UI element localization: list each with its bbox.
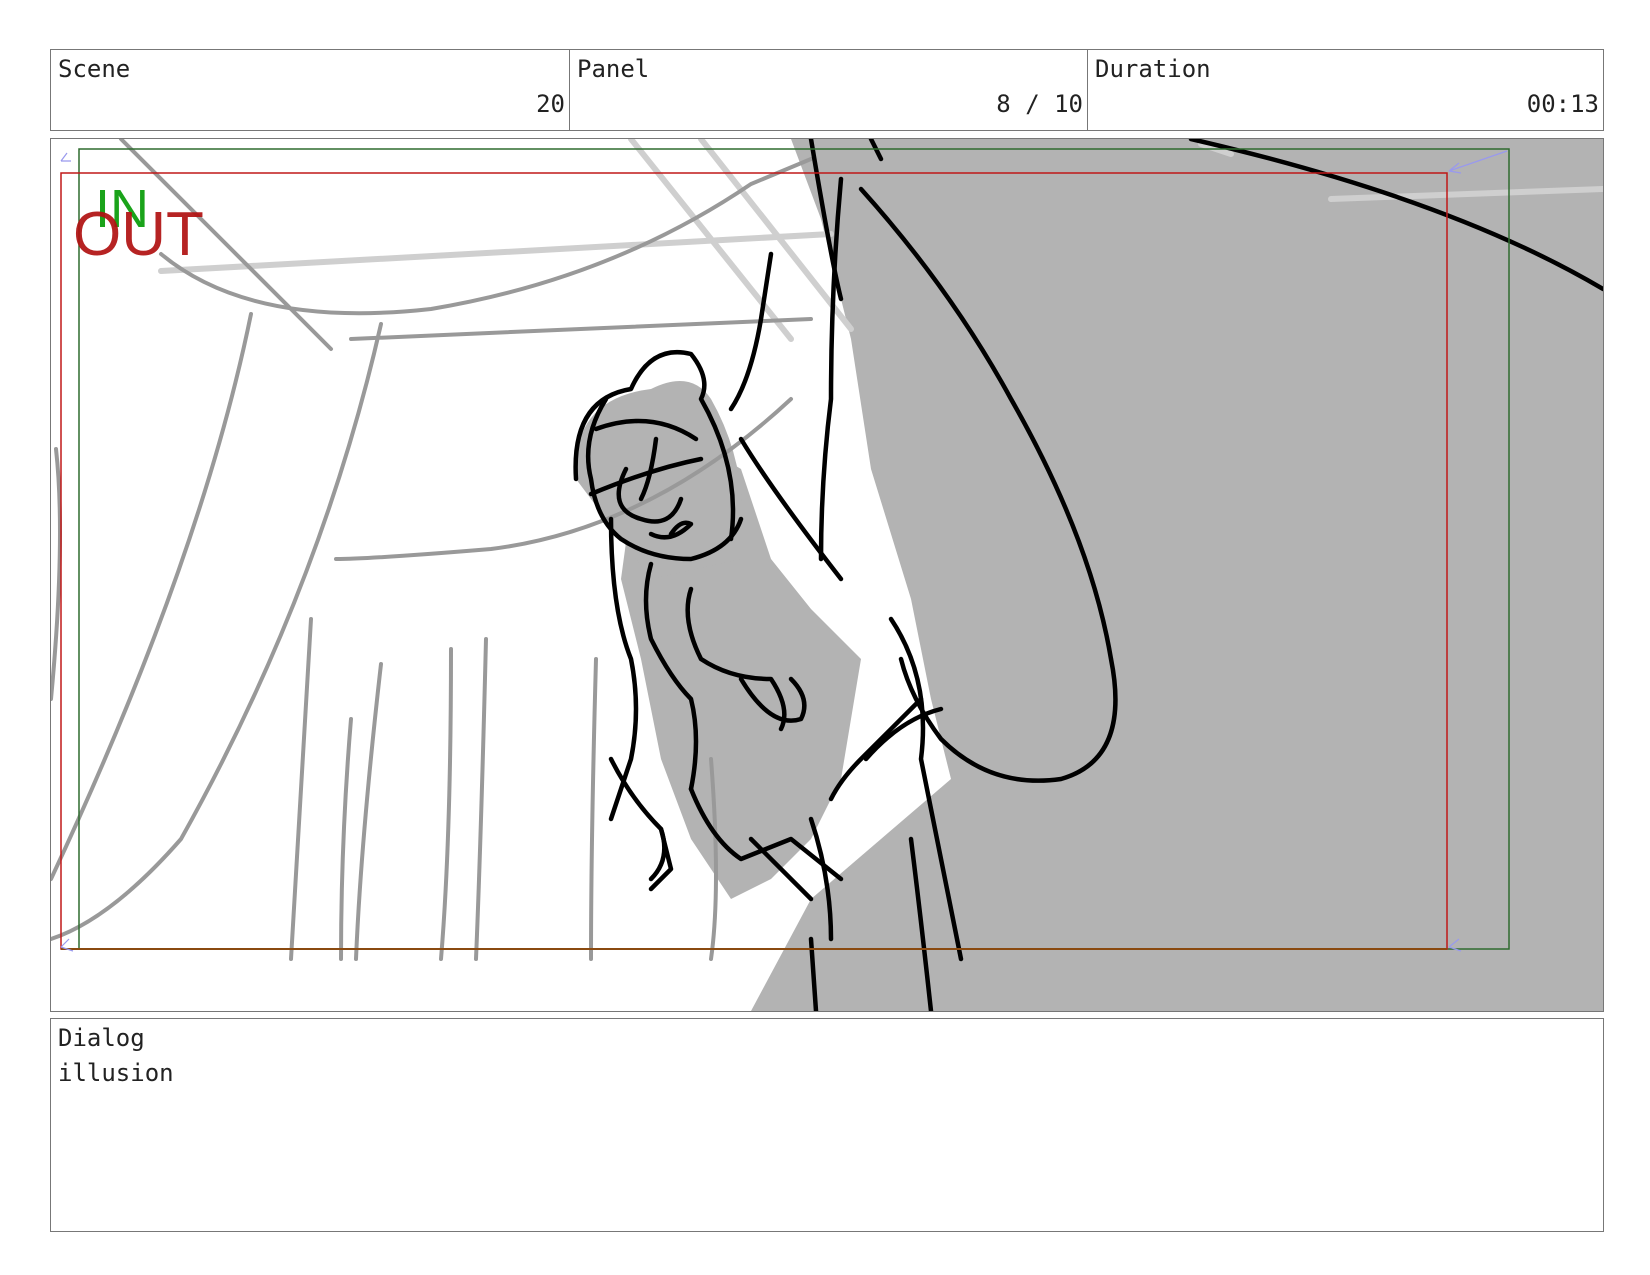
panel-number: 8 / 10 — [996, 90, 1083, 118]
dialog-label: Dialog — [58, 1024, 145, 1052]
storyboard-sketch: IN OUT — [51, 139, 1603, 1011]
storyboard-frame: IN OUT — [50, 138, 1604, 1012]
dialog-text: illusion — [58, 1059, 174, 1087]
scene-cell: Scene 20 — [51, 50, 569, 130]
scene-label: Scene — [58, 55, 131, 83]
panel-cell: Panel 8 / 10 — [569, 50, 1087, 130]
duration-label: Duration — [1095, 55, 1211, 83]
dialog-box: Dialog illusion — [50, 1018, 1604, 1232]
out-marker: OUT — [73, 200, 204, 269]
duration-cell: Duration 00:13 — [1087, 50, 1603, 130]
shadow-fill — [751, 139, 1603, 1011]
duration-value: 00:13 — [1526, 90, 1599, 118]
panel-header: Scene 20 Panel 8 / 10 Duration 00:13 — [50, 49, 1604, 131]
scene-number: 20 — [536, 90, 565, 118]
panel-label: Panel — [577, 55, 650, 83]
